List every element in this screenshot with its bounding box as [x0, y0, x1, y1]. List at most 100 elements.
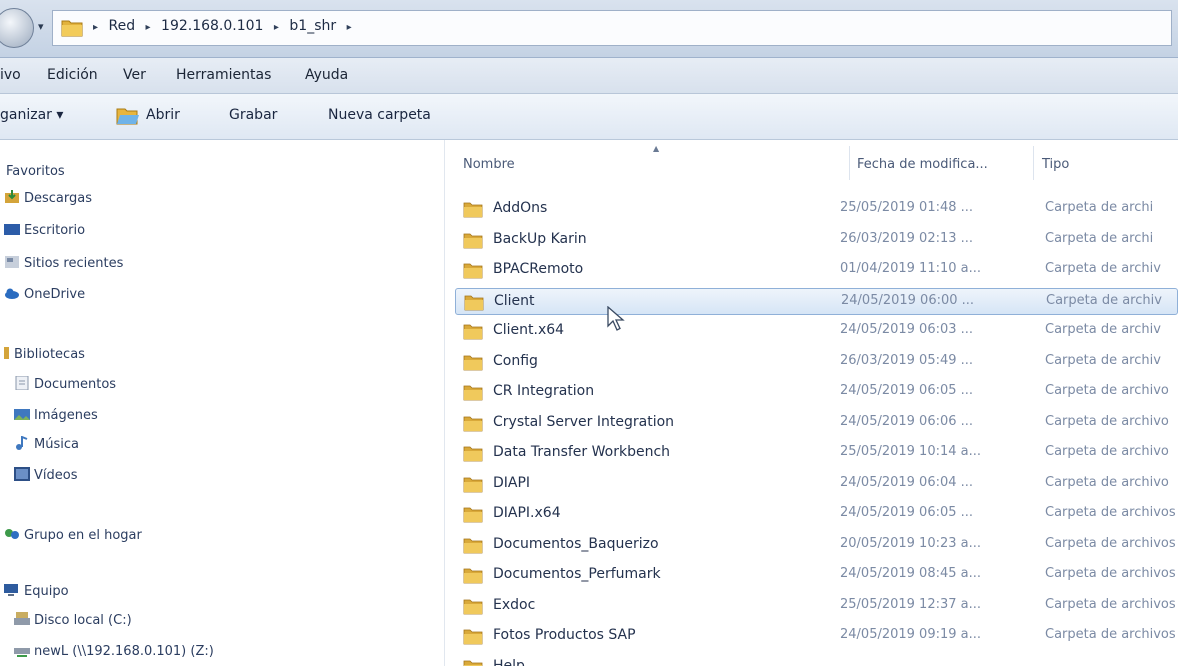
organize-button[interactable]: ganizar ▾: [0, 107, 63, 123]
file-row[interactable]: BPACRemoto 01/04/2019 11:10 a... Carpeta d…: [455, 257, 1178, 284]
file-row[interactable]: Documentos_Perfumark 24/05/2019 08:45 a..…: [455, 562, 1178, 589]
nav-equipo[interactable]: Equipo: [4, 583, 69, 599]
file-type: Carpeta de archivo: [1045, 474, 1169, 490]
file-name: Fotos Productos SAP: [493, 627, 636, 643]
drive-icon: [14, 612, 30, 625]
nav-sitios-recientes[interactable]: Sitios recientes: [4, 255, 123, 271]
file-row[interactable]: Data Transfer Workbench 25/05/2019 10:14 …: [455, 440, 1178, 467]
menu-herramientas[interactable]: Herramientas: [176, 67, 271, 83]
menu-edicion[interactable]: Edición: [47, 67, 98, 83]
bibliotecas-label: Bibliotecas: [14, 347, 85, 362]
file-date: 24/05/2019 06:00 ...: [841, 292, 975, 308]
folder-icon: [463, 538, 483, 553]
file-name: Documentos_Baquerizo: [493, 535, 659, 552]
onedrive-label: OneDrive: [24, 287, 86, 302]
file-date: 24/05/2019 06:06 ...: [840, 413, 974, 429]
disco-local-label: Disco local (C:): [34, 613, 132, 628]
file-row[interactable]: AddOns 25/05/2019 01:48 ... Carpeta de arc…: [455, 196, 1178, 223]
column-fecha[interactable]: Fecha de modifica...: [857, 157, 988, 172]
nav-imagenes[interactable]: Imágenes: [14, 407, 98, 423]
navigation-pane: Favoritos Descargas Escritorio Sitios re…: [0, 140, 445, 666]
file-name: Help: [493, 657, 525, 666]
computer-icon: [4, 584, 18, 596]
file-name: BPACRemoto: [493, 261, 584, 277]
musica-label: Música: [34, 437, 79, 452]
address-field[interactable]: ▸ Red ▸ 192.168.0.101 ▸ b1_shr ▸: [52, 10, 1172, 46]
file-date: 26/03/2019 02:13 ...: [840, 230, 974, 246]
file-row[interactable]: Help: [455, 654, 1178, 666]
file-row[interactable]: CR Integration 24/05/2019 06:05 ... Carpet…: [455, 379, 1178, 406]
videos-label: Vídeos: [34, 468, 78, 483]
recent-pages-dropdown-icon[interactable]: ▾: [38, 20, 44, 33]
file-row[interactable]: DIAPI.x64 24/05/2019 06:05 ... Carpeta de …: [455, 501, 1178, 528]
escritorio-label: Escritorio: [24, 223, 86, 238]
videos-icon: [14, 467, 30, 481]
file-name: Config: [493, 352, 538, 369]
nav-onedrive[interactable]: OneDrive: [4, 286, 85, 302]
network-drive-label: newL (\\192.168.0.101) (Z:): [34, 644, 214, 659]
breadcrumb-arrow-icon[interactable]: ▸: [347, 22, 352, 33]
file-type: Carpeta de archi: [1045, 230, 1154, 246]
imagenes-label: Imágenes: [34, 408, 98, 423]
breadcrumb-arrow-icon[interactable]: ▸: [274, 22, 279, 33]
nav-favoritos[interactable]: Favoritos: [6, 164, 65, 179]
file-name: AddOns: [493, 200, 548, 216]
nav-grupo-hogar[interactable]: Grupo en el hogar: [4, 527, 142, 543]
network-drive-icon: [14, 648, 30, 657]
nav-disco-local[interactable]: Disco local (C:): [14, 612, 132, 628]
menu-archivo[interactable]: ivo: [0, 67, 21, 83]
grupo-hogar-label: Grupo en el hogar: [24, 528, 142, 543]
command-bar: ganizar ▾ Abrir Grabar Nueva carpeta: [0, 94, 1178, 140]
nav-videos[interactable]: Vídeos: [14, 467, 77, 483]
back-button[interactable]: [0, 8, 34, 48]
file-row[interactable]: Crystal Server Integration 24/05/2019 06:…: [455, 410, 1178, 437]
file-name: DIAPI: [493, 474, 531, 491]
file-name: Documentos_Perfumark: [493, 566, 661, 582]
breadcrumb-red[interactable]: Red: [108, 18, 135, 34]
file-list: ▲ Nombre Fecha de modifica... Tipo AddOn…: [445, 140, 1178, 666]
nav-musica[interactable]: Música: [14, 436, 79, 452]
nav-network-drive[interactable]: newL (\\192.168.0.101) (Z:): [14, 643, 214, 659]
burn-button[interactable]: Grabar: [229, 107, 277, 123]
file-name: BackUp Karin: [493, 230, 587, 247]
file-type: Carpeta de archiv: [1045, 322, 1161, 337]
file-row[interactable]: Client 24/05/2019 06:00 ... Carpeta de arc…: [455, 287, 1178, 315]
file-row[interactable]: Config 26/03/2019 05:49 ... Carpeta de arc…: [455, 349, 1178, 376]
file-row[interactable]: BackUp Karin 26/03/2019 02:13 ... Carpeta …: [455, 227, 1178, 254]
file-row[interactable]: Exdoc 25/05/2019 12:37 a... Carpeta de arc…: [455, 593, 1178, 620]
file-type: Carpeta de archiv: [1045, 261, 1161, 276]
file-type: Carpeta de archiv: [1046, 292, 1162, 308]
file-type: Carpeta de archivo: [1045, 413, 1169, 429]
folder-icon: [463, 446, 483, 462]
menu-bar: ivo Edición Ver Herramientas Ayuda: [0, 58, 1178, 94]
column-divider[interactable]: [1033, 146, 1034, 180]
nav-bibliotecas[interactable]: Bibliotecas: [4, 346, 85, 362]
column-tipo[interactable]: Tipo: [1042, 157, 1069, 172]
file-type: Carpeta de archivo: [1045, 383, 1169, 398]
new-folder-button[interactable]: Nueva carpeta: [328, 107, 431, 123]
column-headers: ▲ Nombre Fecha de modifica... Tipo: [445, 140, 1178, 186]
nav-escritorio[interactable]: Escritorio: [4, 222, 85, 238]
download-icon: [5, 190, 19, 203]
breadcrumb-arrow-icon[interactable]: ▸: [146, 22, 151, 33]
breadcrumb-arrow-icon[interactable]: ▸: [93, 22, 98, 33]
file-name: Client: [494, 292, 535, 309]
address-bar: ▾ ▸ Red ▸ 192.168.0.101 ▸ b1_shr ▸: [0, 0, 1178, 58]
desktop-icon: [4, 224, 20, 235]
mouse-pointer-icon: [607, 306, 625, 331]
file-row[interactable]: DIAPI 24/05/2019 06:04 ... Carpeta de arch…: [455, 471, 1178, 498]
column-divider[interactable]: [849, 146, 850, 180]
folder-icon: [463, 202, 483, 218]
menu-ayuda[interactable]: Ayuda: [305, 67, 348, 83]
menu-ver[interactable]: Ver: [123, 67, 146, 83]
nav-documentos[interactable]: Documentos: [14, 376, 116, 392]
file-row[interactable]: Fotos Productos SAP 24/05/2019 09:19 a...…: [455, 623, 1178, 650]
file-row[interactable]: Documentos_Baquerizo 20/05/2019 10:23 a..…: [455, 532, 1178, 559]
nav-descargas[interactable]: Descargas: [4, 190, 92, 206]
column-nombre[interactable]: Nombre: [463, 157, 515, 172]
file-row[interactable]: Client.x64 24/05/2019 06:03 ... Carpeta de…: [455, 318, 1178, 345]
breadcrumb-ip[interactable]: 192.168.0.101: [161, 18, 263, 34]
pictures-icon: [14, 409, 30, 420]
open-button[interactable]: Abrir: [146, 107, 180, 123]
breadcrumb-share[interactable]: b1_shr: [289, 18, 336, 34]
